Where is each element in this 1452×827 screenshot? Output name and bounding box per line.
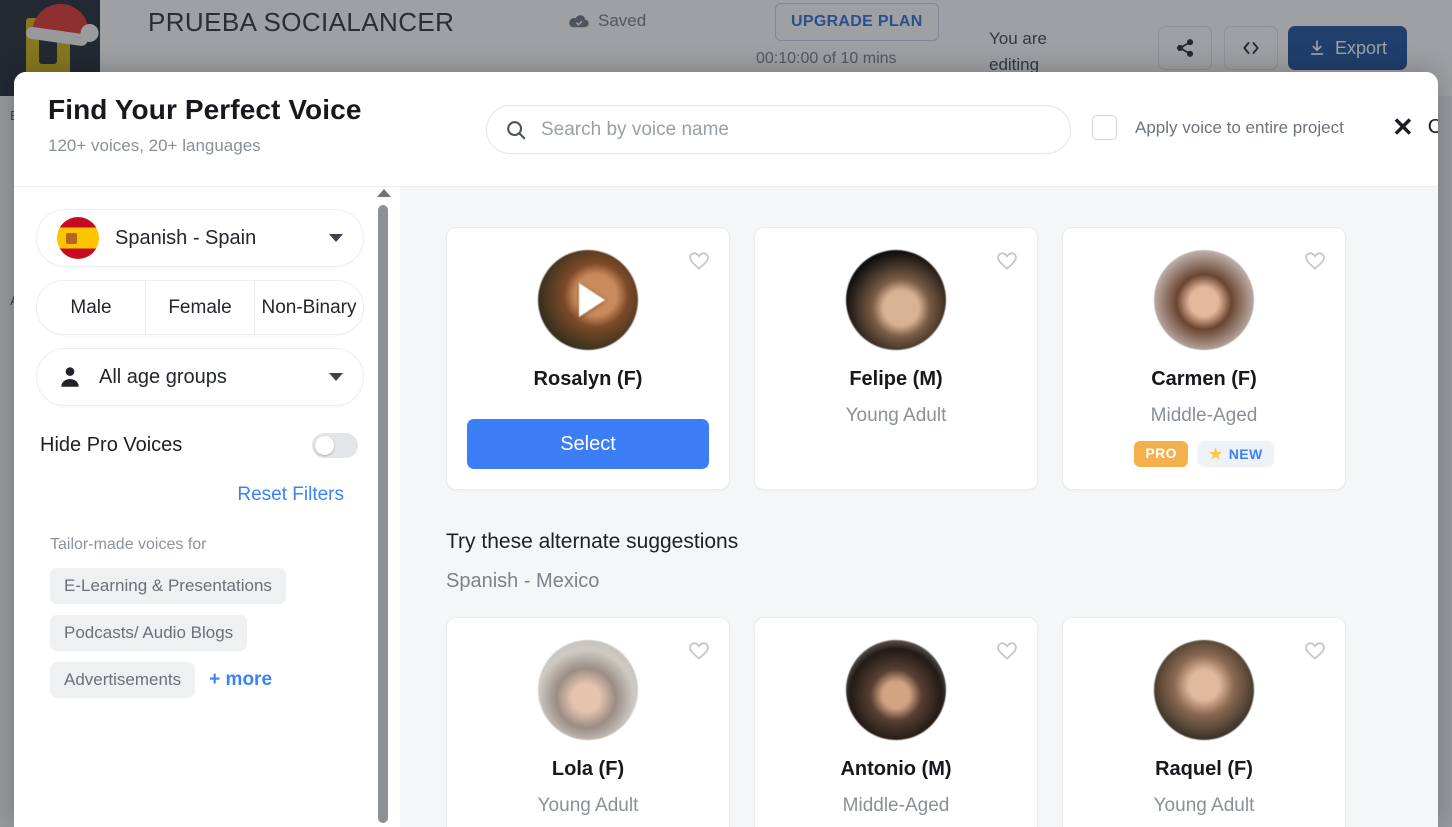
chevron-down-icon: [329, 234, 343, 242]
voice-name: Felipe (M): [849, 368, 943, 390]
use-case-tag[interactable]: E-Learning & Presentations: [50, 568, 286, 604]
favorite-button[interactable]: [687, 250, 711, 277]
sidebar-scrollbar[interactable]: [376, 187, 391, 827]
modal-header: Find Your Perfect Voice 120+ voices, 20+…: [14, 72, 1438, 187]
voice-badges: PRO ★ NEW: [1083, 441, 1325, 467]
voice-name: Carmen (F): [1151, 368, 1257, 390]
language-select[interactable]: Spanish - Spain: [36, 209, 364, 267]
voice-card[interactable]: Lola (F) Young Adult: [446, 617, 730, 827]
age-group-select[interactable]: All age groups: [36, 348, 364, 406]
more-use-cases-link[interactable]: + more: [209, 669, 272, 691]
voice-avatar[interactable]: [538, 640, 638, 740]
apply-voice-entire-project[interactable]: Apply voice to entire project: [1092, 115, 1344, 140]
modal-subtitle: 120+ voices, 20+ languages: [48, 136, 261, 155]
results-pane: Rosalyn (F) Select Felipe (M) Young Adul…: [400, 187, 1438, 827]
voice-age: Young Adult: [537, 795, 639, 816]
voice-age: Young Adult: [845, 405, 947, 426]
hide-pro-voices-toggle[interactable]: [312, 433, 358, 458]
search-icon: [507, 120, 526, 139]
pro-badge: PRO: [1134, 441, 1188, 467]
gender-option-male[interactable]: Male: [37, 281, 146, 334]
scrollbar-thumb[interactable]: [378, 205, 388, 823]
new-badge: ★ NEW: [1197, 441, 1274, 467]
voice-card[interactable]: Felipe (M) Young Adult: [754, 227, 1038, 490]
voice-age: Young Adult: [1153, 795, 1255, 816]
close-modal-button[interactable]: ✕ Close: [1392, 114, 1438, 140]
select-voice-button[interactable]: Select: [467, 419, 709, 469]
person-icon: [61, 367, 79, 387]
page-title: Find Your Perfect Voice: [48, 94, 362, 125]
heart-icon: [689, 642, 709, 660]
voice-card[interactable]: Raquel (F) Young Adult: [1062, 617, 1346, 827]
scroll-up-arrow-icon[interactable]: [377, 189, 391, 197]
voice-age: Middle-Aged: [1150, 405, 1258, 426]
play-icon: [579, 283, 605, 317]
voice-avatar: [538, 250, 638, 350]
search-input[interactable]: [541, 118, 1052, 141]
apply-voice-checkbox[interactable]: [1092, 115, 1117, 140]
use-case-row-1: E-Learning & Presentations: [36, 568, 364, 615]
favorite-button[interactable]: [995, 640, 1019, 667]
voice-card[interactable]: Antonio (M) Middle-Aged: [754, 617, 1038, 827]
voice-name: Antonio (M): [840, 758, 952, 780]
heart-icon: [997, 252, 1017, 270]
close-icon: ✕: [1392, 112, 1414, 142]
voice-avatar[interactable]: [846, 250, 946, 350]
voice-avatar[interactable]: [846, 640, 946, 740]
search-box[interactable]: [486, 105, 1071, 154]
use-case-tag[interactable]: Advertisements: [50, 662, 196, 698]
alternate-language-label: Spanish - Mexico: [446, 570, 600, 592]
use-case-tag[interactable]: Podcasts/ Audio Blogs: [50, 615, 248, 651]
gender-option-female[interactable]: Female: [146, 281, 255, 334]
voice-picker-modal: Find Your Perfect Voice 120+ voices, 20+…: [14, 72, 1438, 827]
voice-name: Raquel (F): [1155, 758, 1253, 780]
filter-sidebar: Spanish - Spain Male Female Non-Binary A…: [14, 187, 400, 827]
star-icon: ★: [1208, 446, 1223, 463]
gender-option-non-binary[interactable]: Non-Binary: [255, 281, 363, 334]
voice-card[interactable]: Rosalyn (F) Select: [446, 227, 730, 490]
favorite-button[interactable]: [1303, 250, 1327, 277]
gender-filter-group: Male Female Non-Binary: [36, 280, 364, 335]
use-case-row-2: Podcasts/ Audio Blogs: [36, 615, 364, 662]
use-case-row-3: Advertisements + more: [36, 662, 364, 709]
chevron-down-icon: [329, 373, 343, 381]
heart-icon: [1305, 642, 1325, 660]
hide-pro-voices-row: Hide Pro Voices: [36, 419, 364, 458]
voice-avatar[interactable]: [1154, 640, 1254, 740]
tailor-made-heading: Tailor-made voices for: [50, 536, 207, 553]
age-group-value: All age groups: [99, 365, 227, 388]
voice-card[interactable]: Carmen (F) Middle-Aged PRO ★ NEW: [1062, 227, 1346, 490]
close-label: Close: [1427, 115, 1438, 138]
favorite-button[interactable]: [995, 250, 1019, 277]
favorite-button[interactable]: [687, 640, 711, 667]
modal-body: Spanish - Spain Male Female Non-Binary A…: [14, 187, 1438, 827]
play-preview-button[interactable]: [538, 250, 638, 350]
alternate-voice-grid: Lola (F) Young Adult Antonio (M) Middle-…: [446, 617, 1394, 827]
voice-age: Middle-Aged: [842, 795, 950, 816]
new-badge-label: NEW: [1228, 446, 1263, 462]
language-value: Spanish - Spain: [115, 226, 257, 249]
alternate-suggestions-heading: Try these alternate suggestions: [446, 530, 739, 553]
flag-spain-icon: [57, 217, 99, 259]
heart-icon: [1305, 252, 1325, 270]
voice-avatar[interactable]: [1154, 250, 1254, 350]
favorite-button[interactable]: [1303, 640, 1327, 667]
primary-voice-grid: Rosalyn (F) Select Felipe (M) Young Adul…: [446, 227, 1394, 490]
heart-icon: [689, 252, 709, 270]
heart-icon: [997, 642, 1017, 660]
apply-voice-label: Apply voice to entire project: [1135, 117, 1344, 137]
voice-name: Lola (F): [551, 758, 625, 780]
hide-pro-voices-label: Hide Pro Voices: [40, 434, 183, 456]
voice-name: Rosalyn (F): [533, 368, 643, 390]
reset-filters-link[interactable]: Reset Filters: [36, 484, 364, 506]
